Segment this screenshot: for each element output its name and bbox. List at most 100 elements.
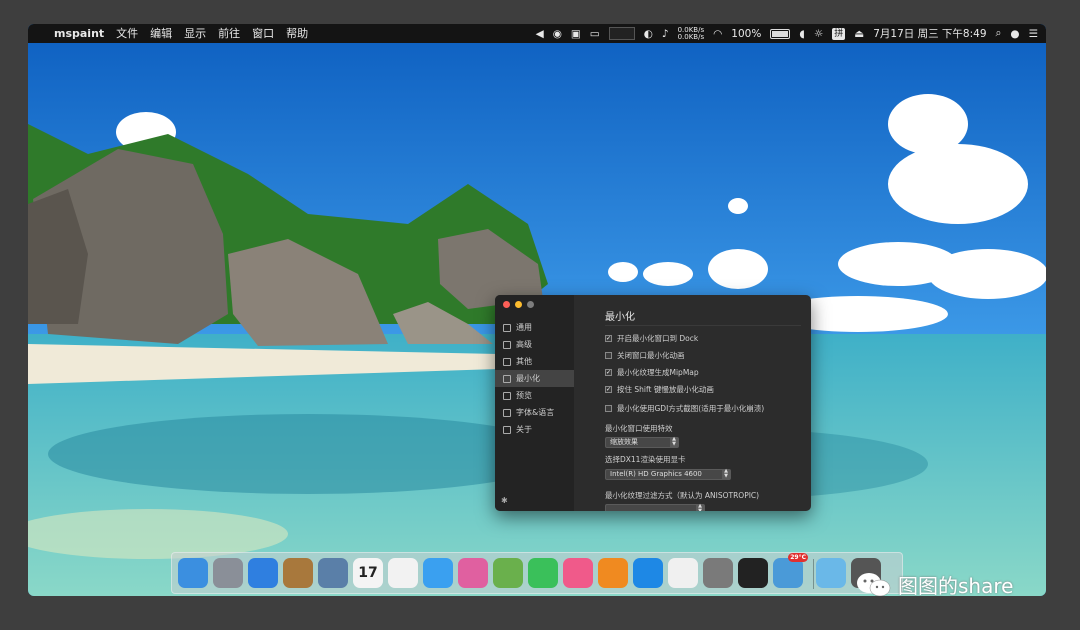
app-store-icon[interactable] — [633, 558, 663, 588]
music-note-icon[interactable]: ♪ — [662, 28, 669, 40]
menu-help[interactable]: 帮助 — [280, 24, 314, 43]
close-button[interactable] — [503, 301, 510, 308]
sidebar-item-label: 最小化 — [516, 374, 540, 383]
sidebar-item[interactable]: 预览 — [495, 387, 574, 404]
effect-select[interactable]: 缩放效果 ▲ ▼ — [605, 437, 679, 448]
weather-icon[interactable]: 29°C — [773, 553, 808, 588]
checkbox-unchecked-icon[interactable] — [605, 405, 612, 412]
sidebar-item-label: 字体&语言 — [516, 408, 555, 417]
notebook-icon[interactable] — [283, 558, 313, 588]
watermark-text: 图图的share — [898, 574, 1014, 596]
menu-go[interactable]: 前往 — [212, 24, 246, 43]
gpu-value: Intel(R) HD Graphics 4600 — [610, 470, 702, 478]
sidebar-item-icon — [503, 323, 511, 332]
preferences-sidebar: 通用高级其他最小化预览字体&语言关于 ✱ — [495, 295, 574, 511]
pane-title: 最小化 — [605, 312, 635, 323]
speaker-mute-icon[interactable]: ◀ — [536, 28, 544, 40]
camera-icon[interactable]: ▭ — [590, 28, 600, 40]
option-label: 最小化使用GDI方式截图(适用于最小化崩溃) — [617, 404, 765, 413]
sidebar-item-label: 高级 — [516, 340, 532, 349]
sidebar-item-icon — [503, 425, 511, 434]
effect-label: 最小化窗口使用特效 — [605, 424, 673, 433]
sidebar-item[interactable]: 关于 — [495, 421, 574, 438]
window-controls — [503, 301, 534, 308]
menu-view[interactable]: 显示 — [178, 24, 212, 43]
select-arrows-icon: ▲ ▼ — [696, 504, 704, 511]
game-center-icon[interactable] — [458, 558, 488, 588]
input-method[interactable]: 拼 — [832, 27, 846, 40]
option-checkbox[interactable]: ✓ 最小化纹理生成MipMap — [605, 367, 699, 378]
notification-center-icon[interactable]: ☰ — [1029, 28, 1038, 40]
option-checkbox[interactable]: ✓ 按住 Shift 键慢放最小化动画 — [605, 384, 714, 395]
effect-value: 缩放效果 — [610, 438, 638, 446]
minimize-pane: 最小化 ✓ 开启最小化窗口到 Dock 关闭窗口最小化动画 ✓ 最小化纹理生成MipMa… — [583, 295, 811, 511]
battery-percent: 100% — [731, 27, 762, 40]
night-shift-icon[interactable]: ◐ — [644, 28, 653, 40]
system-preferences-icon[interactable] — [703, 558, 733, 588]
ibooks-icon[interactable] — [598, 558, 628, 588]
qq-icon[interactable] — [738, 558, 768, 588]
minimize-button[interactable] — [515, 301, 522, 308]
dock: 17 29°C — [171, 552, 903, 594]
eject-icon[interactable]: ⏏ — [854, 28, 864, 40]
cpu-graph-icon[interactable] — [608, 27, 635, 40]
sidebar-item[interactable]: 最小化 — [495, 370, 574, 387]
app-menu[interactable]: mspaint — [48, 24, 110, 43]
brightness-icon[interactable]: ☼ — [814, 28, 823, 40]
sidebar-item[interactable]: 通用 — [495, 319, 574, 336]
itunes-icon[interactable] — [563, 558, 593, 588]
wifi-icon[interactable]: ◠ — [713, 28, 722, 40]
gpu-select[interactable]: Intel(R) HD Graphics 4600 ▲ ▼ — [605, 469, 731, 480]
watermark: 图图的share — [856, 570, 1013, 596]
option-checkbox[interactable]: ✓ 开启最小化窗口到 Dock — [605, 333, 698, 344]
sidebar-item[interactable]: 字体&语言 — [495, 404, 574, 421]
option-label: 关闭窗口最小化动画 — [617, 351, 685, 360]
sidebar-item-icon — [503, 340, 511, 349]
clock[interactable]: 7月17日 周三 下午8:49 — [873, 26, 986, 41]
divider — [605, 325, 801, 326]
checkbox-unchecked-icon[interactable] — [605, 352, 612, 359]
menu-bar: mspaint 文件 编辑 显示 前往 窗口 帮助 ◀ ◉ ▣ ▭ ◐ ♪ 0.… — [28, 24, 1046, 43]
reminders-icon[interactable] — [388, 558, 418, 588]
wechat-icon — [857, 572, 891, 596]
calendar-icon[interactable]: 17 — [353, 558, 383, 588]
sidebar-item[interactable]: 其他 — [495, 353, 574, 370]
sidebar-list: 通用高级其他最小化预览字体&语言关于 — [495, 319, 574, 438]
desktop: mspaint 文件 编辑 显示 前往 窗口 帮助 ◀ ◉ ▣ ▭ ◐ ♪ 0.… — [28, 24, 1046, 596]
network-download: 0.0KB/s — [677, 32, 705, 41]
menu-edit[interactable]: 编辑 — [144, 24, 178, 43]
sidebar-item-label: 关于 — [516, 425, 532, 434]
sidebar-item[interactable]: 高级 — [495, 336, 574, 353]
sidebar-item-icon — [503, 408, 511, 417]
facetime-icon[interactable] — [528, 558, 558, 588]
calendar-date: 17 — [358, 565, 378, 581]
select-arrows-icon: ▲ ▼ — [722, 469, 730, 480]
qq-tray-icon[interactable]: ◉ — [553, 28, 562, 40]
filter-select[interactable]: ▲ ▼ — [605, 504, 705, 511]
maps-icon[interactable] — [493, 558, 523, 588]
spotlight-search-icon[interactable]: ⌕ — [996, 27, 1002, 40]
downloads-folder-icon[interactable] — [816, 558, 846, 588]
photos-icon[interactable] — [668, 558, 698, 588]
app-tray-icon[interactable]: ▣ — [571, 28, 581, 40]
launchpad-icon[interactable] — [213, 558, 243, 588]
siri-icon[interactable]: ● — [1010, 28, 1019, 40]
volume-icon[interactable]: ◖ — [799, 28, 805, 40]
zoom-button[interactable] — [527, 301, 534, 308]
sidebar-item-icon — [503, 374, 511, 383]
option-checkbox[interactable]: 关闭窗口最小化动画 — [605, 350, 685, 361]
finder-icon[interactable] — [178, 558, 208, 588]
gear-icon[interactable]: ✱ — [501, 496, 508, 505]
messages-icon[interactable] — [423, 558, 453, 588]
battery-icon[interactable] — [770, 28, 791, 39]
sidebar-item-icon — [503, 391, 511, 400]
checkbox-checked-icon[interactable]: ✓ — [605, 386, 612, 393]
safari-icon[interactable] — [248, 558, 278, 588]
option-checkbox[interactable]: 最小化使用GDI方式截图(适用于最小化崩溃) — [605, 403, 764, 414]
checkbox-checked-icon[interactable]: ✓ — [605, 369, 612, 376]
menu-window[interactable]: 窗口 — [246, 24, 280, 43]
preview-icon[interactable] — [318, 558, 348, 588]
checkbox-checked-icon[interactable]: ✓ — [605, 335, 612, 342]
network-speed[interactable]: 0.0KB/s 0.0KB/s — [677, 26, 705, 41]
menu-file[interactable]: 文件 — [110, 24, 144, 43]
